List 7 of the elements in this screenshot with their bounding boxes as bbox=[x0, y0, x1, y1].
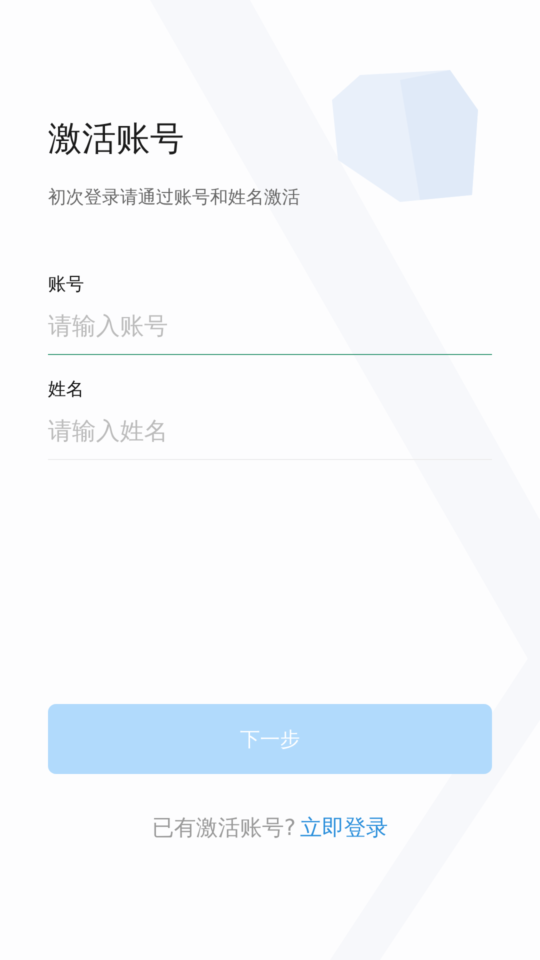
field-label: 姓名 bbox=[48, 378, 85, 402]
input-field[interactable]: 请输入账号 bbox=[48, 298, 492, 355]
field-label: 账号 bbox=[48, 273, 85, 297]
login-prompt: 已有激活账号? bbox=[152, 815, 296, 843]
subtitle: 初次登录请通过账号和姓名激活 bbox=[48, 186, 301, 210]
page-title: 激活账号 bbox=[48, 118, 185, 161]
login-link[interactable]: 立即登录 bbox=[300, 814, 388, 844]
